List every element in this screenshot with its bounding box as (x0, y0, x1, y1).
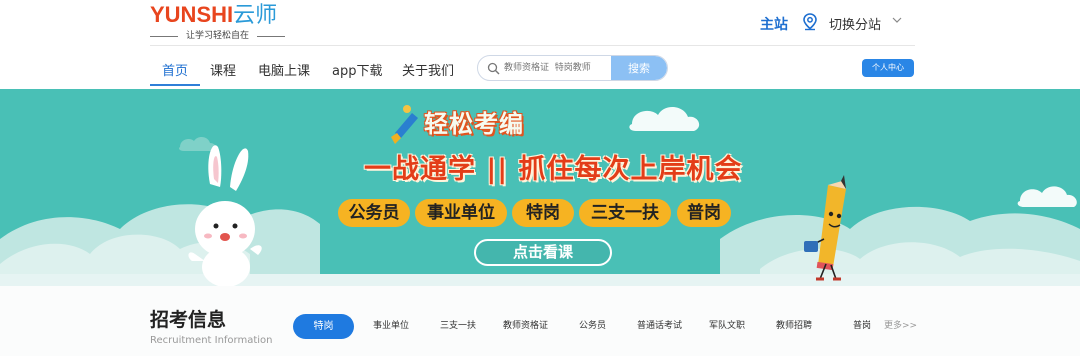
more-link[interactable]: 更多>> (884, 318, 917, 331)
tab-public-institution[interactable]: 事业单位 (373, 318, 409, 331)
brush-icon (391, 105, 418, 144)
tab-military-civilian[interactable]: 军队文职 (709, 318, 745, 331)
banner-tag-public-institution[interactable]: 事业单位 (415, 199, 507, 227)
logo-wordmark: YUNSHI云师 (150, 2, 278, 27)
nav-item-about-us[interactable]: 关于我们 (402, 60, 454, 79)
yunshi-logo[interactable]: YUNSHI云师 让学习轻松自在 (150, 4, 285, 42)
search-box: 搜索 (477, 55, 668, 81)
search-button[interactable]: 搜索 (611, 56, 667, 80)
banner-tag-general-post[interactable]: 普岗 (677, 199, 731, 227)
banner-tag-special-post[interactable]: 特岗 (512, 199, 574, 227)
banner-subtitle: 一战通学 || 抓住每次上岸机会 (364, 154, 743, 185)
section-title: 招考信息 (150, 309, 227, 331)
nav-item-home[interactable]: 首页 (162, 60, 188, 79)
tab-civil-servant[interactable]: 公务员 (579, 318, 606, 331)
tab-general-post[interactable]: 普岗 (853, 318, 871, 331)
switch-site-dropdown[interactable]: 切换分站 (829, 14, 881, 33)
chevron-down-icon[interactable] (891, 14, 903, 26)
tab-three-supports[interactable]: 三支一扶 (440, 318, 476, 331)
user-center-button[interactable]: 个人中心 (862, 59, 914, 77)
nav-item-pc-class[interactable]: 电脑上课 (258, 60, 310, 79)
location-pin-icon (803, 13, 817, 31)
banner-title: 轻松考编 (424, 110, 524, 138)
banner-tag-civil-servant[interactable]: 公务员 (338, 199, 410, 227)
search-icon (487, 62, 500, 75)
section-subtitle: Recruitment Information (150, 335, 273, 346)
tab-teacher-certificate[interactable]: 教师资格证 (503, 318, 548, 331)
nav-item-courses[interactable]: 课程 (210, 60, 236, 79)
nav-active-underline (150, 84, 200, 86)
main-site-link[interactable]: 主站 (760, 14, 788, 34)
tab-teacher-recruitment[interactable]: 教师招聘 (776, 318, 812, 331)
search-input[interactable] (504, 56, 604, 80)
tab-special-post[interactable]: 特岗 (293, 314, 354, 339)
watch-course-button[interactable]: 点击看课 (474, 239, 612, 266)
nav-item-app-download[interactable]: app下载 (332, 60, 382, 79)
logo-slogan: 让学习轻松自在 (150, 31, 285, 41)
banner-tag-three-supports[interactable]: 三支一扶 (579, 199, 671, 227)
tab-mandarin-test[interactable]: 普通话考试 (637, 318, 682, 331)
header-divider (150, 45, 915, 46)
